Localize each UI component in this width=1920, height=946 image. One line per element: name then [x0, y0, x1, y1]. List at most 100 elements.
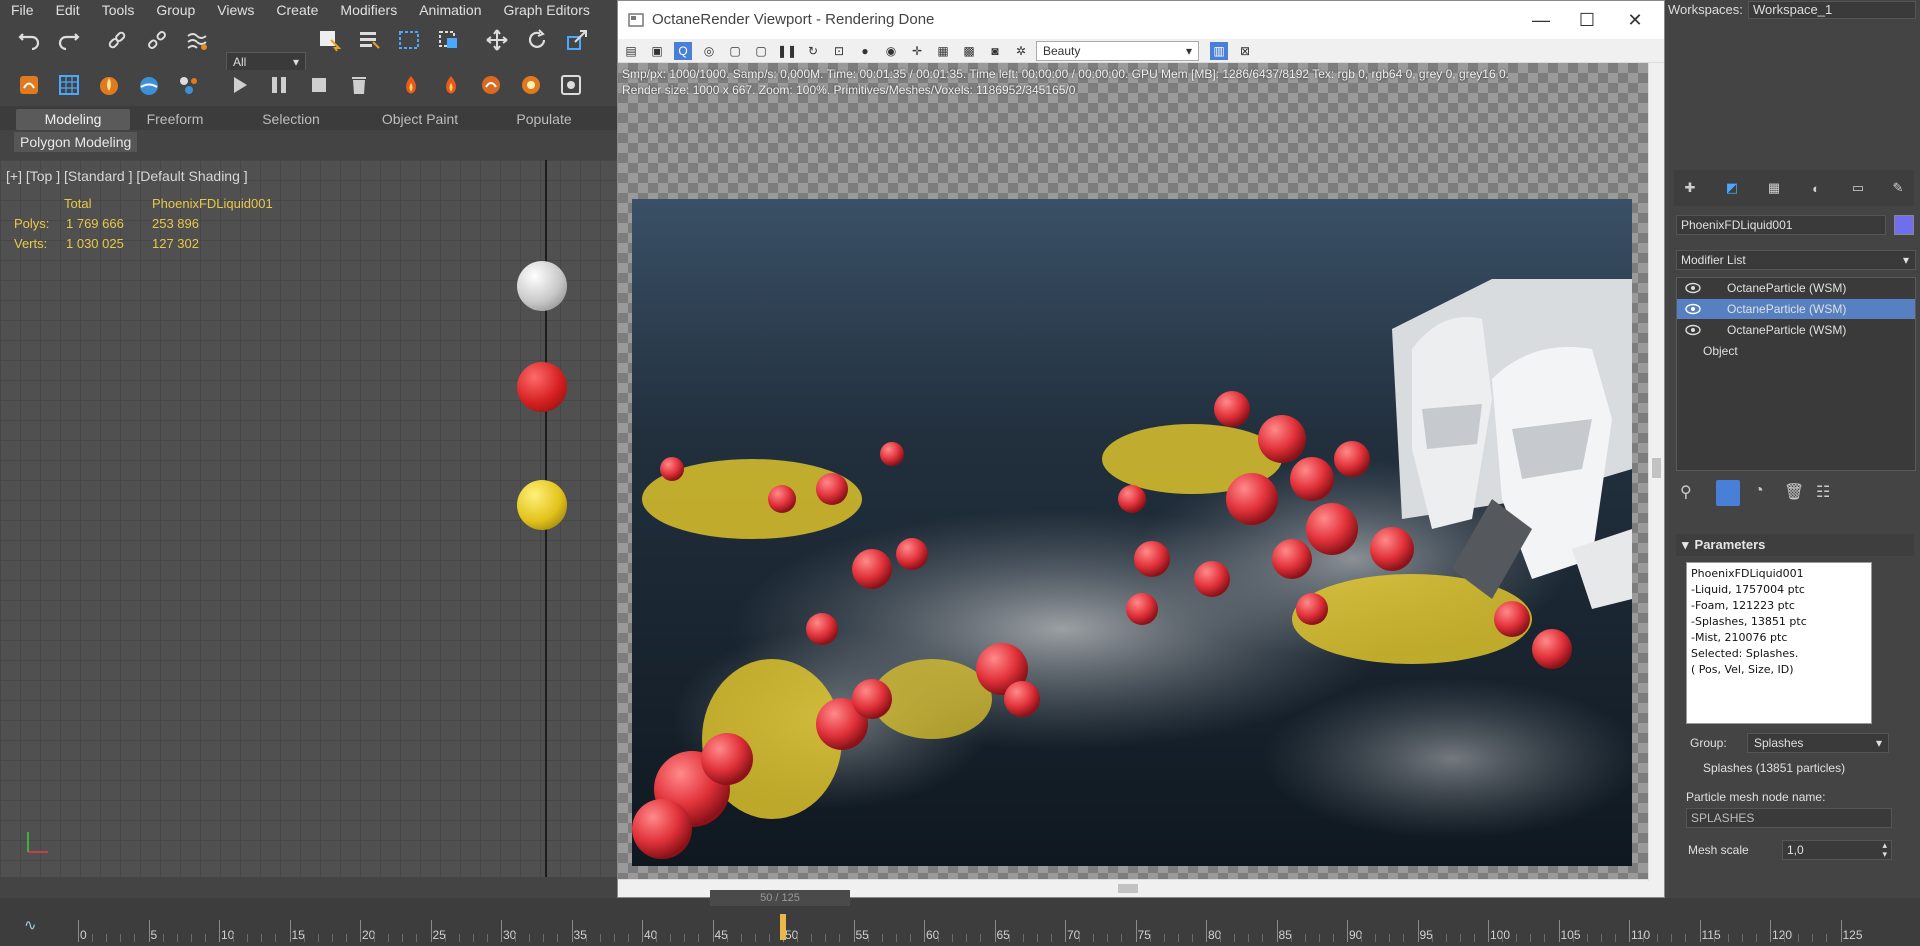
eye-icon[interactable]	[1685, 303, 1701, 315]
menu-item-modifiers[interactable]: Modifiers	[329, 0, 408, 20]
particle-info-textbox[interactable]: PhoenixFDLiquid001 -Liquid, 1757004 ptc …	[1686, 562, 1872, 724]
modify-tab-icon[interactable]: ◩	[1720, 176, 1744, 200]
modifier-list-dropdown[interactable]: Modifier List ▾	[1676, 250, 1916, 270]
modifier-stack-item[interactable]: Object	[1677, 341, 1915, 361]
menu-item-group[interactable]: Group	[145, 0, 206, 20]
play-icon[interactable]	[224, 70, 254, 100]
modifier-stack-item-selected[interactable]: OctaneParticle (WSM)	[1677, 299, 1915, 319]
recenter-icon[interactable]: ◎	[700, 42, 718, 60]
utilities-tab-icon[interactable]: ✎	[1886, 176, 1910, 200]
white-sphere-object[interactable]	[517, 261, 567, 311]
object-name-field[interactable]: PhoenixFDLiquid001	[1676, 215, 1886, 235]
layout-icon[interactable]: ▥	[1210, 42, 1228, 60]
minimize-button[interactable]: —	[1518, 5, 1564, 35]
eye-icon[interactable]	[1685, 324, 1701, 336]
fit-icon[interactable]: ⊠	[1236, 42, 1254, 60]
select-object-icon[interactable]	[314, 25, 344, 55]
smoke-preset-icon[interactable]	[476, 70, 506, 100]
maximize-button[interactable]: ☐	[1564, 5, 1610, 35]
configure-sets-icon[interactable]: ☷	[1816, 482, 1830, 502]
window-crossing-icon[interactable]	[434, 25, 464, 55]
focus-picker-icon[interactable]: ✛	[908, 42, 926, 60]
pause-icon[interactable]	[264, 70, 294, 100]
close-button[interactable]: ✕	[1612, 5, 1658, 35]
particles-icon[interactable]	[174, 70, 204, 100]
hierarchy-tab-icon[interactable]: ▦	[1762, 176, 1786, 200]
unlink-icon[interactable]	[142, 25, 172, 55]
settings-icon[interactable]: ✲	[1012, 42, 1030, 60]
rendered-image[interactable]	[632, 199, 1632, 866]
workspace-select[interactable]: Workspace_1	[1748, 1, 1916, 19]
polygon-modeling-label[interactable]: Polygon Modeling	[14, 132, 138, 152]
select-by-name-icon[interactable]	[354, 25, 384, 55]
eye-icon[interactable]	[1685, 282, 1701, 294]
menu-item-tools[interactable]: Tools	[91, 0, 146, 20]
octane-render-canvas[interactable]: Smp/px: 1000/1000. Samp/s: 0,000M. Time:…	[618, 63, 1648, 879]
vertical-scroll-thumb[interactable]	[1652, 458, 1661, 478]
curve-editor-icon[interactable]: ∿	[24, 916, 37, 934]
phoenix-sim-icon[interactable]	[14, 70, 44, 100]
delete-cache-icon[interactable]	[344, 70, 374, 100]
frame-counter[interactable]: 50 / 125	[710, 890, 850, 906]
pin-stack-icon[interactable]: ⚲	[1680, 482, 1692, 502]
object-picker-icon[interactable]: ◉	[882, 42, 900, 60]
white-balance-icon[interactable]: ▦	[934, 42, 952, 60]
tab-modeling[interactable]: Modeling	[16, 109, 130, 130]
liquid-source-icon[interactable]	[134, 70, 164, 100]
tab-populate[interactable]: Populate	[504, 109, 584, 130]
lock-icon[interactable]: ▢	[726, 42, 744, 60]
mesh-name-field[interactable]: SPLASHES	[1686, 808, 1892, 828]
octane-title-bar[interactable]: OctaneRender Viewport - Rendering Done —…	[618, 1, 1664, 39]
viewport-label[interactable]: [+] [Top ] [Standard ] [Default Shading …	[6, 168, 248, 184]
menu-item-graph-editors[interactable]: Graph Editors	[492, 0, 600, 20]
link-icon[interactable]	[102, 25, 132, 55]
render-pass-dropdown[interactable]: Beauty ▾	[1036, 41, 1199, 61]
menu-item-file[interactable]: File	[0, 0, 45, 20]
time-slider-head[interactable]	[780, 914, 786, 940]
show-end-result-icon[interactable]	[1716, 480, 1740, 506]
flame-preset-1-icon[interactable]	[396, 70, 426, 100]
save-render-icon[interactable]: ▤	[622, 42, 640, 60]
horizontal-scroll-thumb[interactable]	[1118, 884, 1138, 893]
modifier-stack-item[interactable]: OctaneParticle (WSM)	[1677, 320, 1915, 340]
material-picker-icon[interactable]: ●	[856, 42, 874, 60]
vertical-scrollbar[interactable]	[1648, 63, 1664, 881]
red-sphere-object[interactable]	[517, 362, 567, 412]
parameters-rollout-header[interactable]: ▾ Parameters	[1676, 534, 1914, 556]
remove-modifier-icon[interactable]: 🗑	[1784, 482, 1804, 502]
modifier-stack-item[interactable]: OctaneParticle (WSM)	[1677, 278, 1915, 298]
mesh-scale-spinner[interactable]: 1,0 ▴ ▾	[1782, 840, 1892, 860]
motion-tab-icon[interactable]: ◐	[1804, 176, 1828, 200]
rotate-icon[interactable]	[522, 25, 552, 55]
octane-tools-icon[interactable]	[556, 70, 586, 100]
tab-selection[interactable]: Selection	[246, 109, 336, 130]
create-tab-icon[interactable]: ✚	[1678, 176, 1702, 200]
tab-freeform[interactable]: Freeform	[132, 109, 218, 130]
bind-spacewarp-icon[interactable]	[182, 25, 212, 55]
menu-item-animation[interactable]: Animation	[408, 0, 492, 20]
flame-preset-2-icon[interactable]	[436, 70, 466, 100]
tab-object-paint[interactable]: Object Paint	[370, 109, 470, 130]
group-dropdown[interactable]: Splashes ▾	[1747, 733, 1889, 753]
rect-selection-icon[interactable]	[394, 25, 424, 55]
scale-icon[interactable]	[562, 25, 592, 55]
object-color-swatch[interactable]	[1894, 215, 1914, 235]
camera-icon[interactable]: ◙	[986, 42, 1004, 60]
clipboard-icon[interactable]: ▣	[648, 42, 666, 60]
selection-filter-dropdown[interactable]: All ▾	[226, 52, 306, 72]
restart-render-icon[interactable]: ↻	[804, 42, 822, 60]
move-icon[interactable]	[482, 25, 512, 55]
region-render-icon[interactable]: ⊡	[830, 42, 848, 60]
yellow-sphere-object[interactable]	[517, 480, 567, 530]
unlock-icon[interactable]: ▢	[752, 42, 770, 60]
menu-item-views[interactable]: Views	[206, 0, 265, 20]
film-region-icon[interactable]: ▩	[960, 42, 978, 60]
display-tab-icon[interactable]: ▭	[1846, 176, 1870, 200]
pause-render-icon[interactable]: ❚❚	[777, 42, 797, 60]
menu-item-edit[interactable]: Edit	[45, 0, 91, 20]
stop-icon[interactable]	[304, 70, 334, 100]
zoom-icon[interactable]: Q	[674, 42, 692, 60]
redo-icon[interactable]	[54, 25, 84, 55]
explosion-preset-icon[interactable]	[516, 70, 546, 100]
make-unique-icon[interactable]: ◔	[1754, 482, 1764, 500]
